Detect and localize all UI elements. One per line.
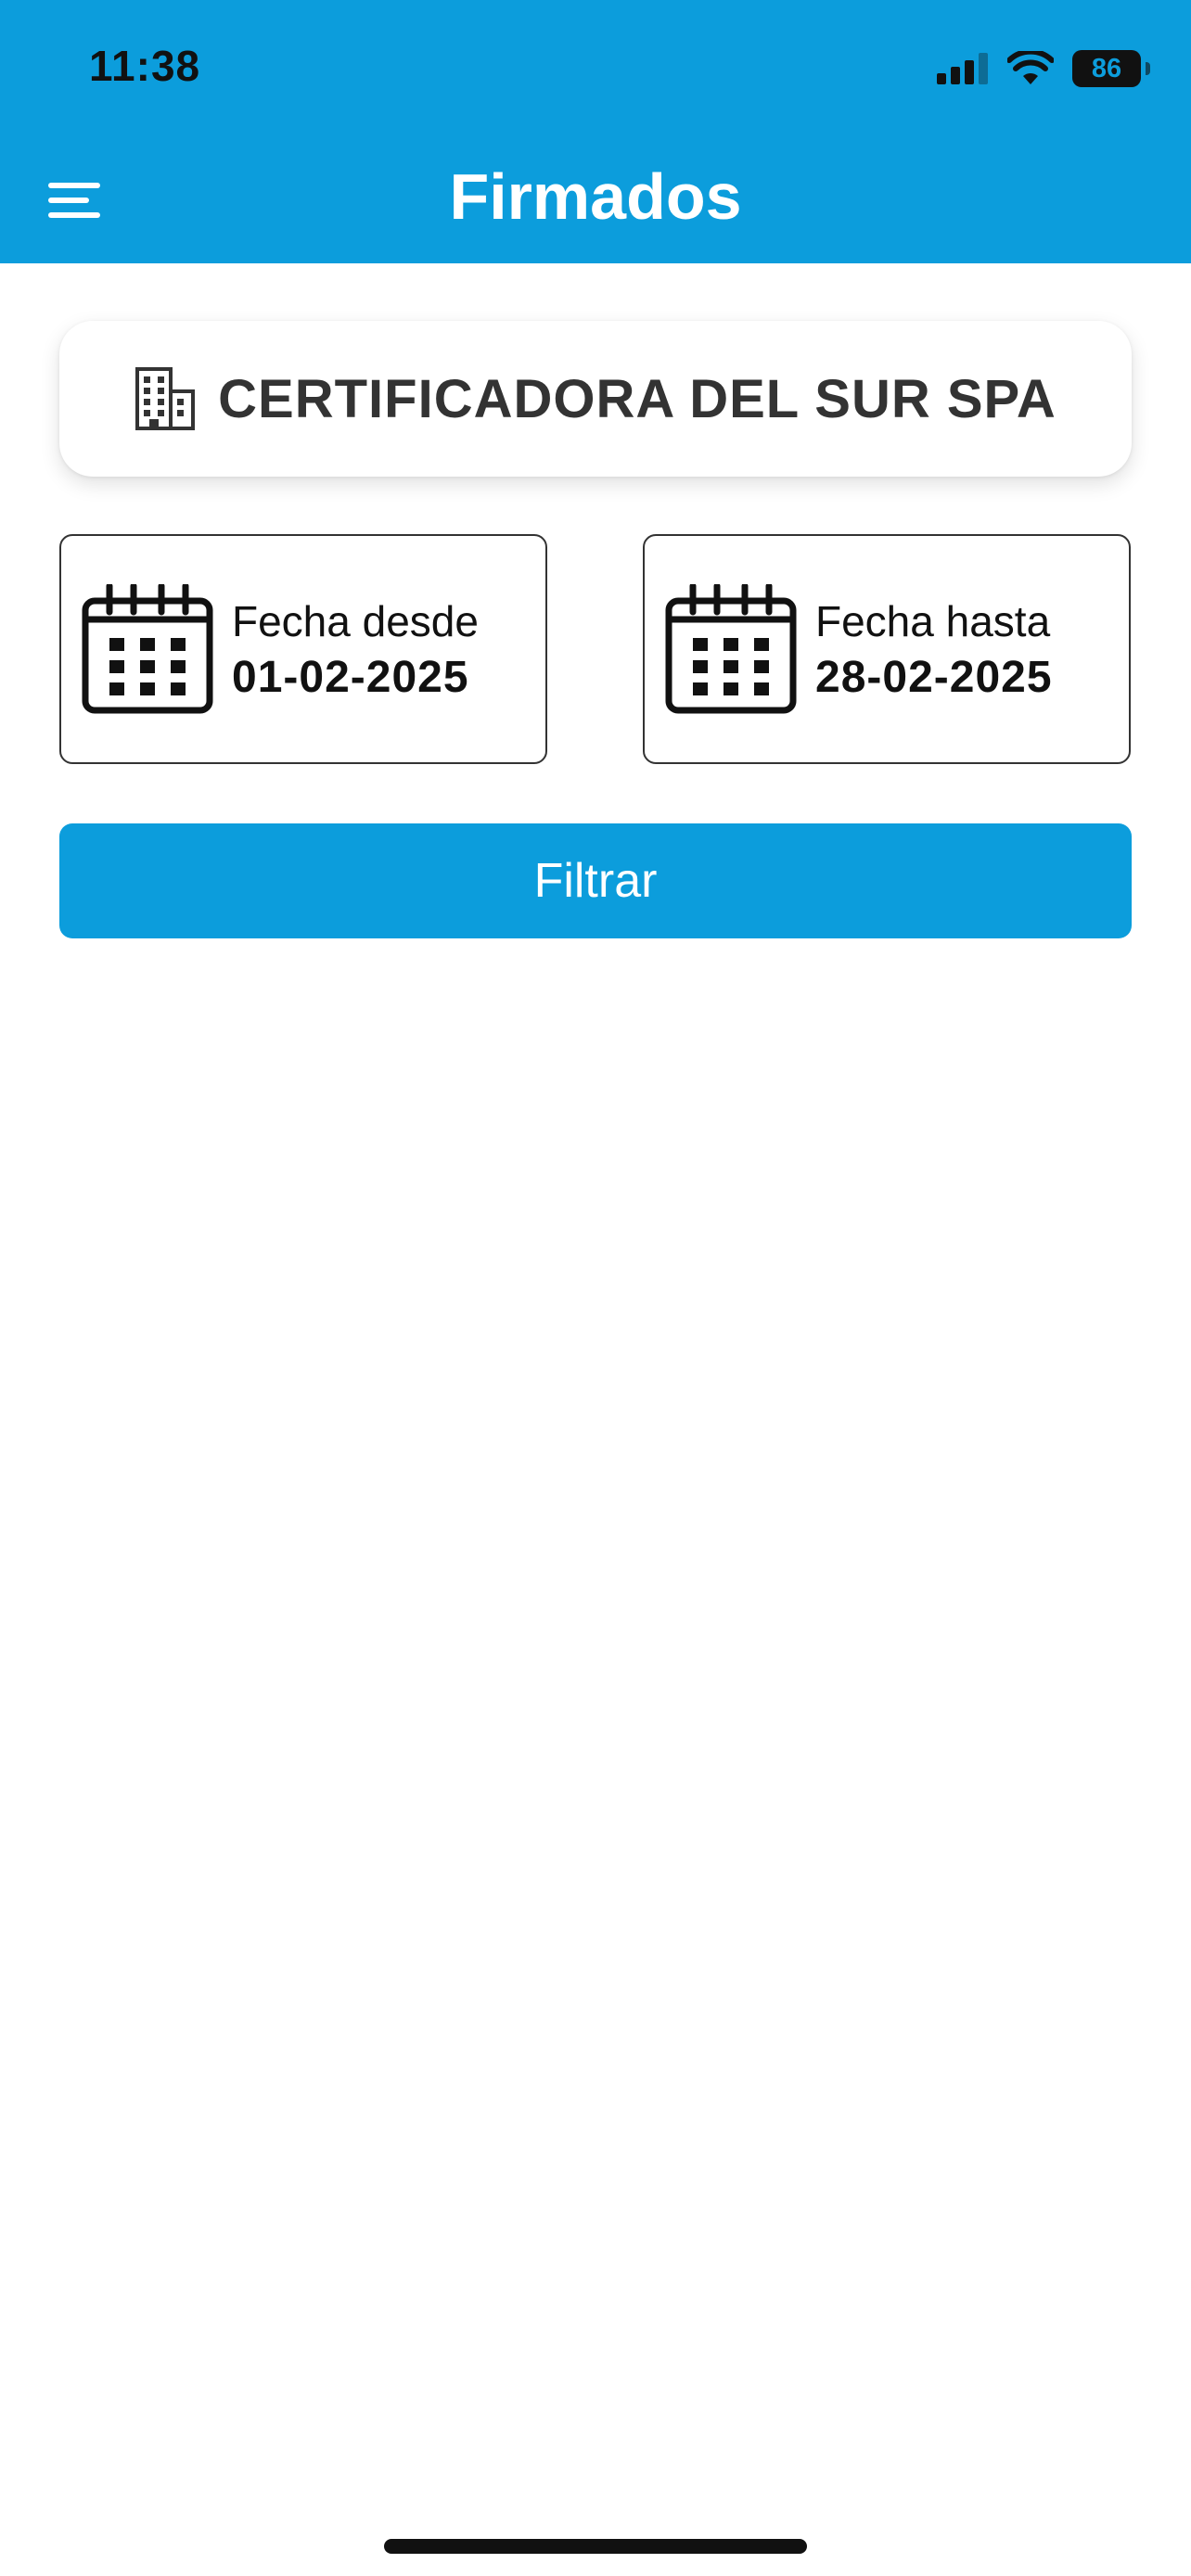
app-header: 11:38 86 Firmados [0,0,1191,263]
battery-level: 86 [1091,53,1122,83]
date-from-picker[interactable]: Fecha desde 01-02-2025 [59,534,547,764]
date-from-value: 01-02-2025 [232,652,469,702]
date-to-label: Fecha hasta [815,596,1051,645]
page-title: Firmados [449,160,742,233]
company-name: CERTIFICADORA DEL SUR SPA [218,368,1057,429]
battery-icon: 86 [1072,50,1150,87]
building-icon [135,367,196,430]
calendar-icon [665,584,797,714]
wifi-icon [1007,51,1054,84]
status-icons: 86 [937,48,1150,89]
cellular-signal-icon [937,53,988,84]
filter-button[interactable]: Filtrar [59,823,1132,938]
date-to-text: Fecha hasta 28-02-2025 [815,596,1053,703]
calendar-icon [82,584,213,714]
date-from-label: Fecha desde [232,596,479,645]
company-card[interactable]: CERTIFICADORA DEL SUR SPA [59,321,1132,477]
date-to-picker[interactable]: Fecha hasta 28-02-2025 [643,534,1131,764]
date-to-value: 28-02-2025 [815,652,1053,702]
battery-nub [1146,62,1150,75]
home-indicator[interactable] [384,2539,807,2554]
date-from-text: Fecha desde 01-02-2025 [232,596,479,703]
status-time: 11:38 [89,42,201,90]
